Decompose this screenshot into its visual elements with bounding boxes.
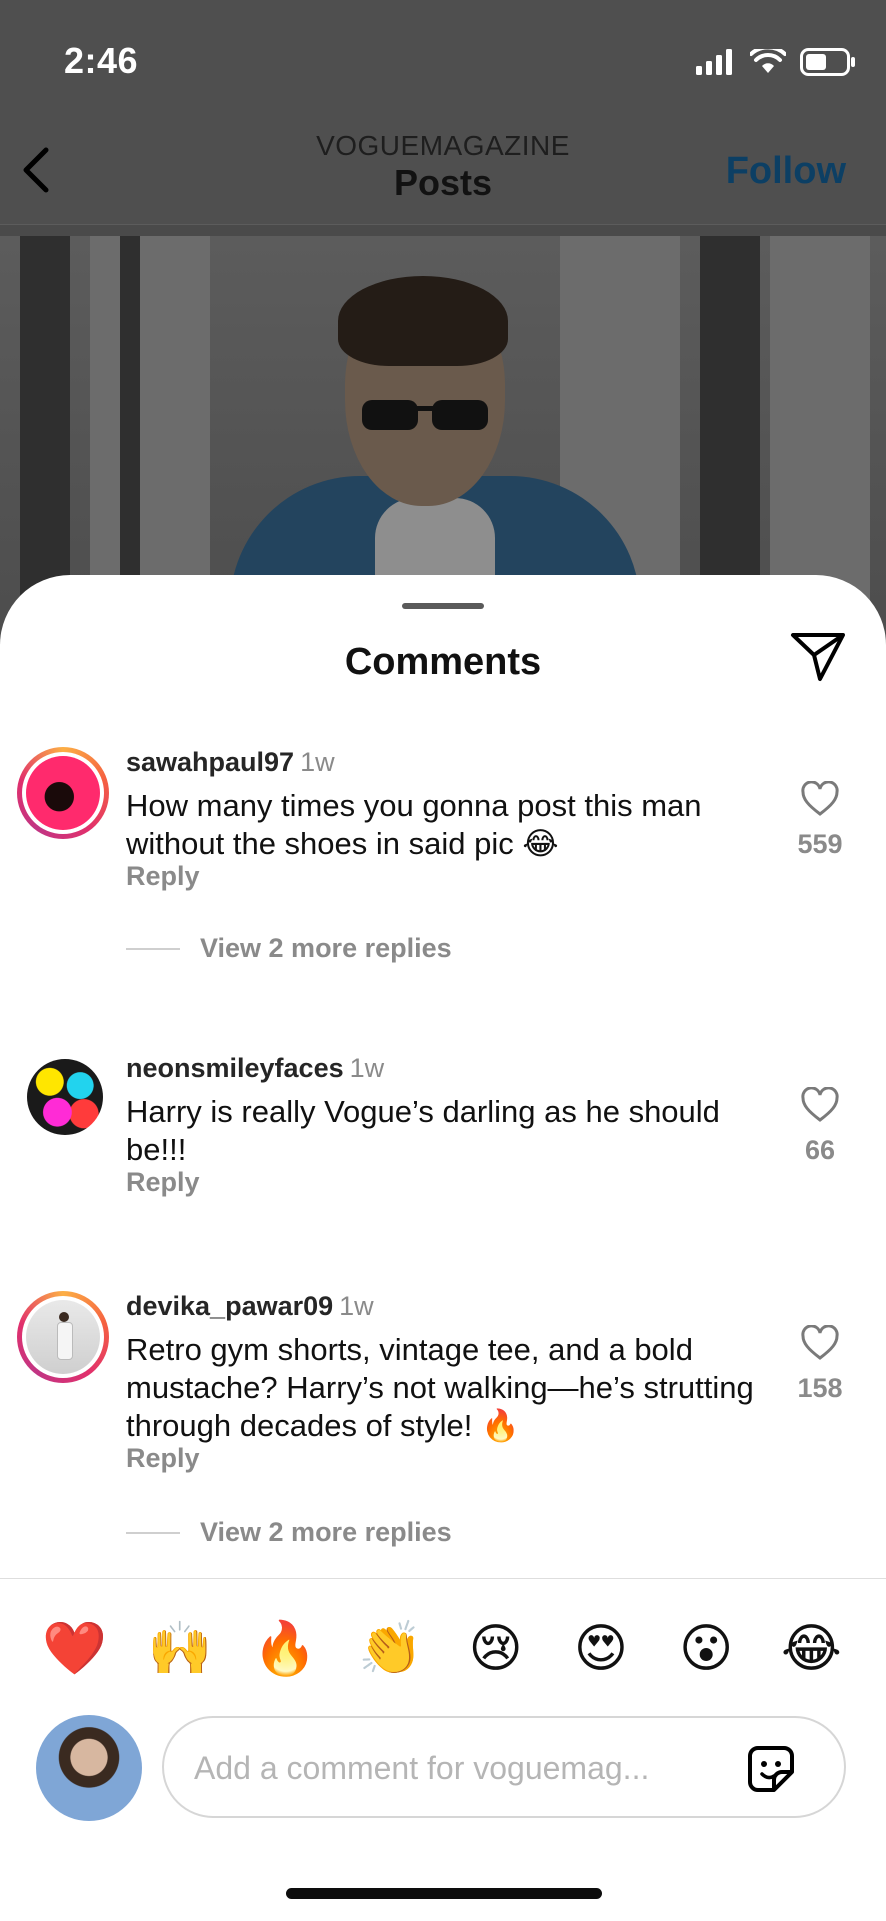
cellular-signal-icon	[696, 49, 732, 75]
wifi-icon	[750, 49, 786, 73]
like-count: 66	[804, 1135, 836, 1165]
follow-button[interactable]: Follow	[726, 150, 846, 193]
sheet-title: Comments	[344, 641, 542, 683]
comment-time: 1w	[339, 1291, 374, 1321]
comment-time: 1w	[300, 747, 335, 777]
comment-username[interactable]: neonsmileyfaces 1w	[126, 1053, 384, 1084]
comment-item: neonsmileyfaces 1w Harry is really Vogue’…	[0, 1053, 886, 1233]
reaction-crying[interactable]: 😢	[461, 1619, 531, 1679]
view-replies[interactable]: View 2 more replies	[126, 933, 452, 964]
comment-username[interactable]: sawahpaul97 1w	[126, 747, 335, 778]
quick-reactions: ❤️ 🙌 🔥 👏 😢 😍 😮 😂	[0, 1619, 886, 1679]
reply-button[interactable]: Reply	[126, 861, 200, 892]
heart-outline-icon[interactable]	[800, 1087, 840, 1123]
reaction-fire[interactable]: 🔥	[250, 1619, 320, 1679]
comment-item: sawahpaul97 1w How many times you gonna p…	[0, 747, 886, 977]
sticker-icon[interactable]	[744, 1742, 798, 1796]
status-time: 2:46	[64, 40, 139, 81]
comment-item: devika_pawar09 1w Retro gym shorts, vinta…	[0, 1291, 886, 1561]
reaction-raised-hands[interactable]: 🙌	[145, 1619, 215, 1679]
reaction-heart[interactable]: ❤️	[40, 1619, 110, 1679]
home-indicator	[286, 1888, 602, 1899]
reply-button[interactable]: Reply	[126, 1443, 200, 1474]
view-replies[interactable]: View 2 more replies	[126, 1517, 452, 1548]
comment-username[interactable]: devika_pawar09 1w	[126, 1291, 374, 1322]
comment-input[interactable]	[192, 1742, 716, 1794]
avatar[interactable]	[17, 747, 109, 839]
comment-text: Retro gym shorts, vintage tee, and a bol…	[126, 1332, 754, 1443]
avatar[interactable]	[27, 1059, 103, 1135]
battery-icon	[800, 48, 855, 76]
comment-text: Harry is really Vogue’s darling as he sh…	[126, 1094, 720, 1167]
heart-outline-icon[interactable]	[800, 1325, 840, 1361]
comment-time: 1w	[349, 1053, 385, 1083]
paper-plane-icon[interactable]	[790, 631, 846, 683]
user-avatar	[36, 1715, 142, 1821]
reaction-surprised[interactable]: 😮	[671, 1619, 741, 1679]
like-count: 559	[797, 829, 843, 859]
status-icons	[696, 48, 856, 76]
comment-input-container[interactable]	[162, 1716, 846, 1818]
post-header: VOGUEMAGAZINE Posts Follow	[0, 100, 886, 225]
reaction-heart-eyes[interactable]: 😍	[566, 1619, 636, 1679]
reply-button[interactable]: Reply	[126, 1167, 200, 1198]
comment-text: How many times you gonna post this man w…	[126, 788, 702, 861]
sheet-grabber[interactable]	[402, 603, 484, 609]
heart-outline-icon[interactable]	[800, 781, 840, 817]
avatar[interactable]	[17, 1291, 109, 1383]
reaction-clap[interactable]: 👏	[355, 1619, 425, 1679]
like-count: 158	[797, 1373, 843, 1403]
reaction-laughing[interactable]: 😂	[776, 1619, 846, 1679]
comment-composer: ❤️ 🙌 🔥 👏 😢 😍 😮 😂	[0, 1578, 886, 1921]
